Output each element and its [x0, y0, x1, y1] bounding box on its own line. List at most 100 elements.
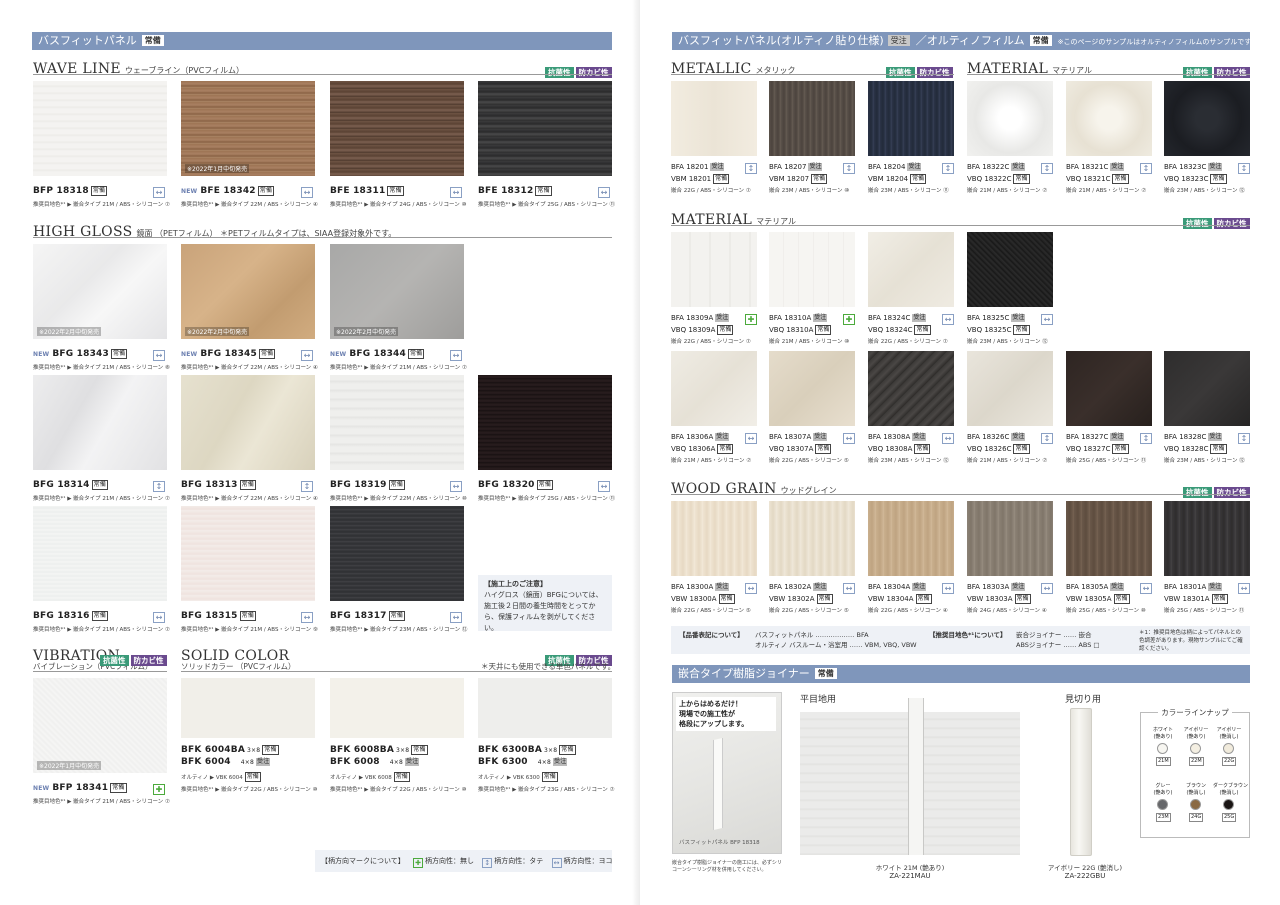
color-name: アイボリー (艶あり) [1180, 727, 1212, 741]
product-code: BFA 18325C 受注 [967, 314, 1026, 322]
vertical-arrow-icon: ↕ [1140, 433, 1152, 444]
color-code: 24G [1189, 813, 1204, 822]
code-text: VBW 18302A [769, 595, 815, 603]
horizontal-arrow-icon: ↔ [1140, 583, 1152, 594]
vertical-arrow-icon: ↕ [301, 481, 313, 492]
size-label: 4×8 [537, 759, 552, 766]
status-badge: 常備 [1210, 174, 1227, 184]
left-header-band: バスフィットパネル 常備 [32, 32, 612, 50]
ortino-code: VBQ 18309A 常備 [671, 325, 734, 335]
pattern-direction-legend: 【柄方向マークについて】 ✚ 柄方向性：無し ↕ 柄方向性：タテ ↔ 柄方向性：ヨコ [315, 850, 613, 872]
code-text: VBW 18300A [671, 595, 717, 603]
vertical-arrow-icon: ↕ [843, 163, 855, 174]
product-code: BFK 6008 4×8 受注 [330, 757, 420, 767]
color-swatch [1223, 799, 1234, 810]
product-swatch [478, 678, 612, 738]
horizontal-arrow-icon: ↔ [301, 612, 313, 623]
code-text: BFA 18301A [1164, 583, 1207, 591]
joint-spec: 推奨目地色*¹ ▶ 嵌合タイプ 22G / ABS・シリコーン ⑩ [330, 787, 467, 793]
order-badge: 受注 [715, 314, 730, 322]
edge-trim-title: 見切り用 [1065, 695, 1102, 705]
code-text: BFA 18328C [1164, 433, 1207, 441]
code-text: VBW 18303A [967, 595, 1013, 603]
code-text: オルティノ ▶ VBK 6004 [181, 775, 243, 781]
right-header-band: バスフィットパネル(オルティノ貼り仕様) 受注 ／オルティノフィルム 常備 ※このページ… [672, 32, 1250, 50]
joint-spec: 嵌合 22G / ABS・シリコーン ⑤ [769, 608, 849, 614]
product-code: BFE 18312 常備 [478, 186, 552, 196]
antibac-badge: 抗菌性 [886, 67, 915, 78]
status-badge: 常備 [535, 186, 552, 196]
vertical-arrow-icon: ↕ [1041, 433, 1053, 444]
code-text: BFE 18311 [330, 186, 386, 196]
status-badge: 常備 [815, 325, 832, 335]
color-gloss: (艶あり) [1186, 734, 1206, 740]
code-text: VBQ 18310A [769, 326, 814, 334]
product-code: BFA 18328C 受注 [1164, 433, 1223, 441]
divider [33, 74, 612, 75]
status-badge: 常備 [816, 594, 833, 604]
joint-spec: 推奨目地色*¹ ▶ 嵌合タイプ 24G / ABS・シリコーン ⑩ [330, 202, 467, 208]
joint-spec: 嵌合 22G / ABS・シリコーン ⑦ [671, 339, 751, 345]
flat-joiner-image [800, 698, 1020, 855]
size-label: 3×8 [544, 747, 558, 754]
product-swatch [671, 81, 757, 156]
product-code: BFG 18316 常備 [33, 611, 109, 621]
code-text: VBW 18305A [1066, 595, 1112, 603]
color-gloss: (艶あり) [1153, 790, 1173, 796]
product-code: BFG 18315 常備 [181, 611, 257, 621]
ortino-code: VBM 18207 常備 [769, 174, 828, 184]
horizontal-arrow-icon: ↔ [551, 858, 562, 868]
promo-line-2: 現場での施工性が [679, 710, 735, 718]
code-text: BFG 18320 [478, 480, 535, 490]
antimold-badge: 防カビ性 [575, 67, 612, 78]
status-badge: 常備 [91, 480, 109, 490]
joint-spec: 嵌合 23M / ABS・シリコーン ⑫ [1164, 458, 1245, 464]
ortino-code: VBQ 18310A 常備 [769, 325, 832, 335]
code-text: BFG 18319 [330, 480, 387, 490]
order-badge: 受注 [912, 583, 927, 591]
divider [671, 494, 1250, 495]
code-text: VBQ 18327C [1066, 445, 1111, 453]
joint-spec: 推奨目地色*¹ ▶ 嵌合タイプ 21M / ABS・シリコーン ⑦ [330, 365, 467, 371]
joint-spec: 嵌合 22G / ABS・シリコーン ⑦ [671, 188, 751, 194]
order-badge: 受注 [715, 433, 730, 441]
joint-spec: 嵌合 21M / ABS・シリコーン ⑦ [671, 458, 752, 464]
color-name-text: グレー [1155, 783, 1171, 789]
product-swatch [1066, 501, 1152, 576]
joint-spec: 推奨目地色*¹ ▶ 嵌合タイプ 22M / ABS・シリコーン ④ [181, 202, 318, 208]
ortino-code: VBW 18303A 常備 [967, 594, 1031, 604]
product-code: BFE 18311 常備 [330, 186, 404, 196]
product-code: BFA 18327C 受注 [1066, 433, 1125, 441]
horizontal-arrow-icon: ↔ [301, 187, 313, 198]
code-text: VBQ 18324C [868, 326, 913, 334]
code-text: VBQ 18309A [671, 326, 716, 334]
code-text: BFE 18342 [200, 186, 256, 196]
code-text: BFP 18341 [52, 783, 109, 793]
vertical-arrow-icon: ↕ [482, 858, 493, 868]
product-code: NEW BFP 18341 常備 [33, 783, 127, 793]
order-badge: 受注 [1011, 163, 1026, 171]
code-text: BFA 18207 [769, 163, 807, 171]
color-swatch [1157, 799, 1168, 810]
product-swatch [1164, 81, 1250, 156]
code-text: VBM 18204 [868, 175, 909, 183]
release-note: ※2022年2月中旬発売 [37, 327, 102, 336]
product-swatch [769, 351, 855, 426]
size-label: 3×8 [396, 747, 410, 754]
color-swatch [1157, 743, 1168, 754]
code-text: BFA 18322C [967, 163, 1010, 171]
release-note: ※2022年1月中旬発売 [37, 761, 102, 770]
product-swatch [1066, 351, 1152, 426]
color-gloss: (艶消し) [1186, 790, 1206, 796]
horizontal-arrow-icon: ↔ [450, 350, 462, 361]
color-code: 22M [1189, 757, 1204, 766]
color-name-text: アイボリー [1216, 727, 1242, 733]
product-code: BFA 18307A 受注 [769, 433, 828, 441]
section-badges: 抗菌性 防カビ性 [1181, 211, 1250, 229]
status-badge: 常備 [915, 594, 932, 604]
product-swatch [769, 232, 855, 307]
code-text: VBQ 18326C [967, 445, 1012, 453]
info-footnote: ＊1：推奨目地色は柄によってパネルとの色調差があります。現物サンプルにてご確認く… [1139, 630, 1243, 652]
size-label: 3×8 [247, 747, 261, 754]
status-badge: 常備 [388, 480, 406, 490]
